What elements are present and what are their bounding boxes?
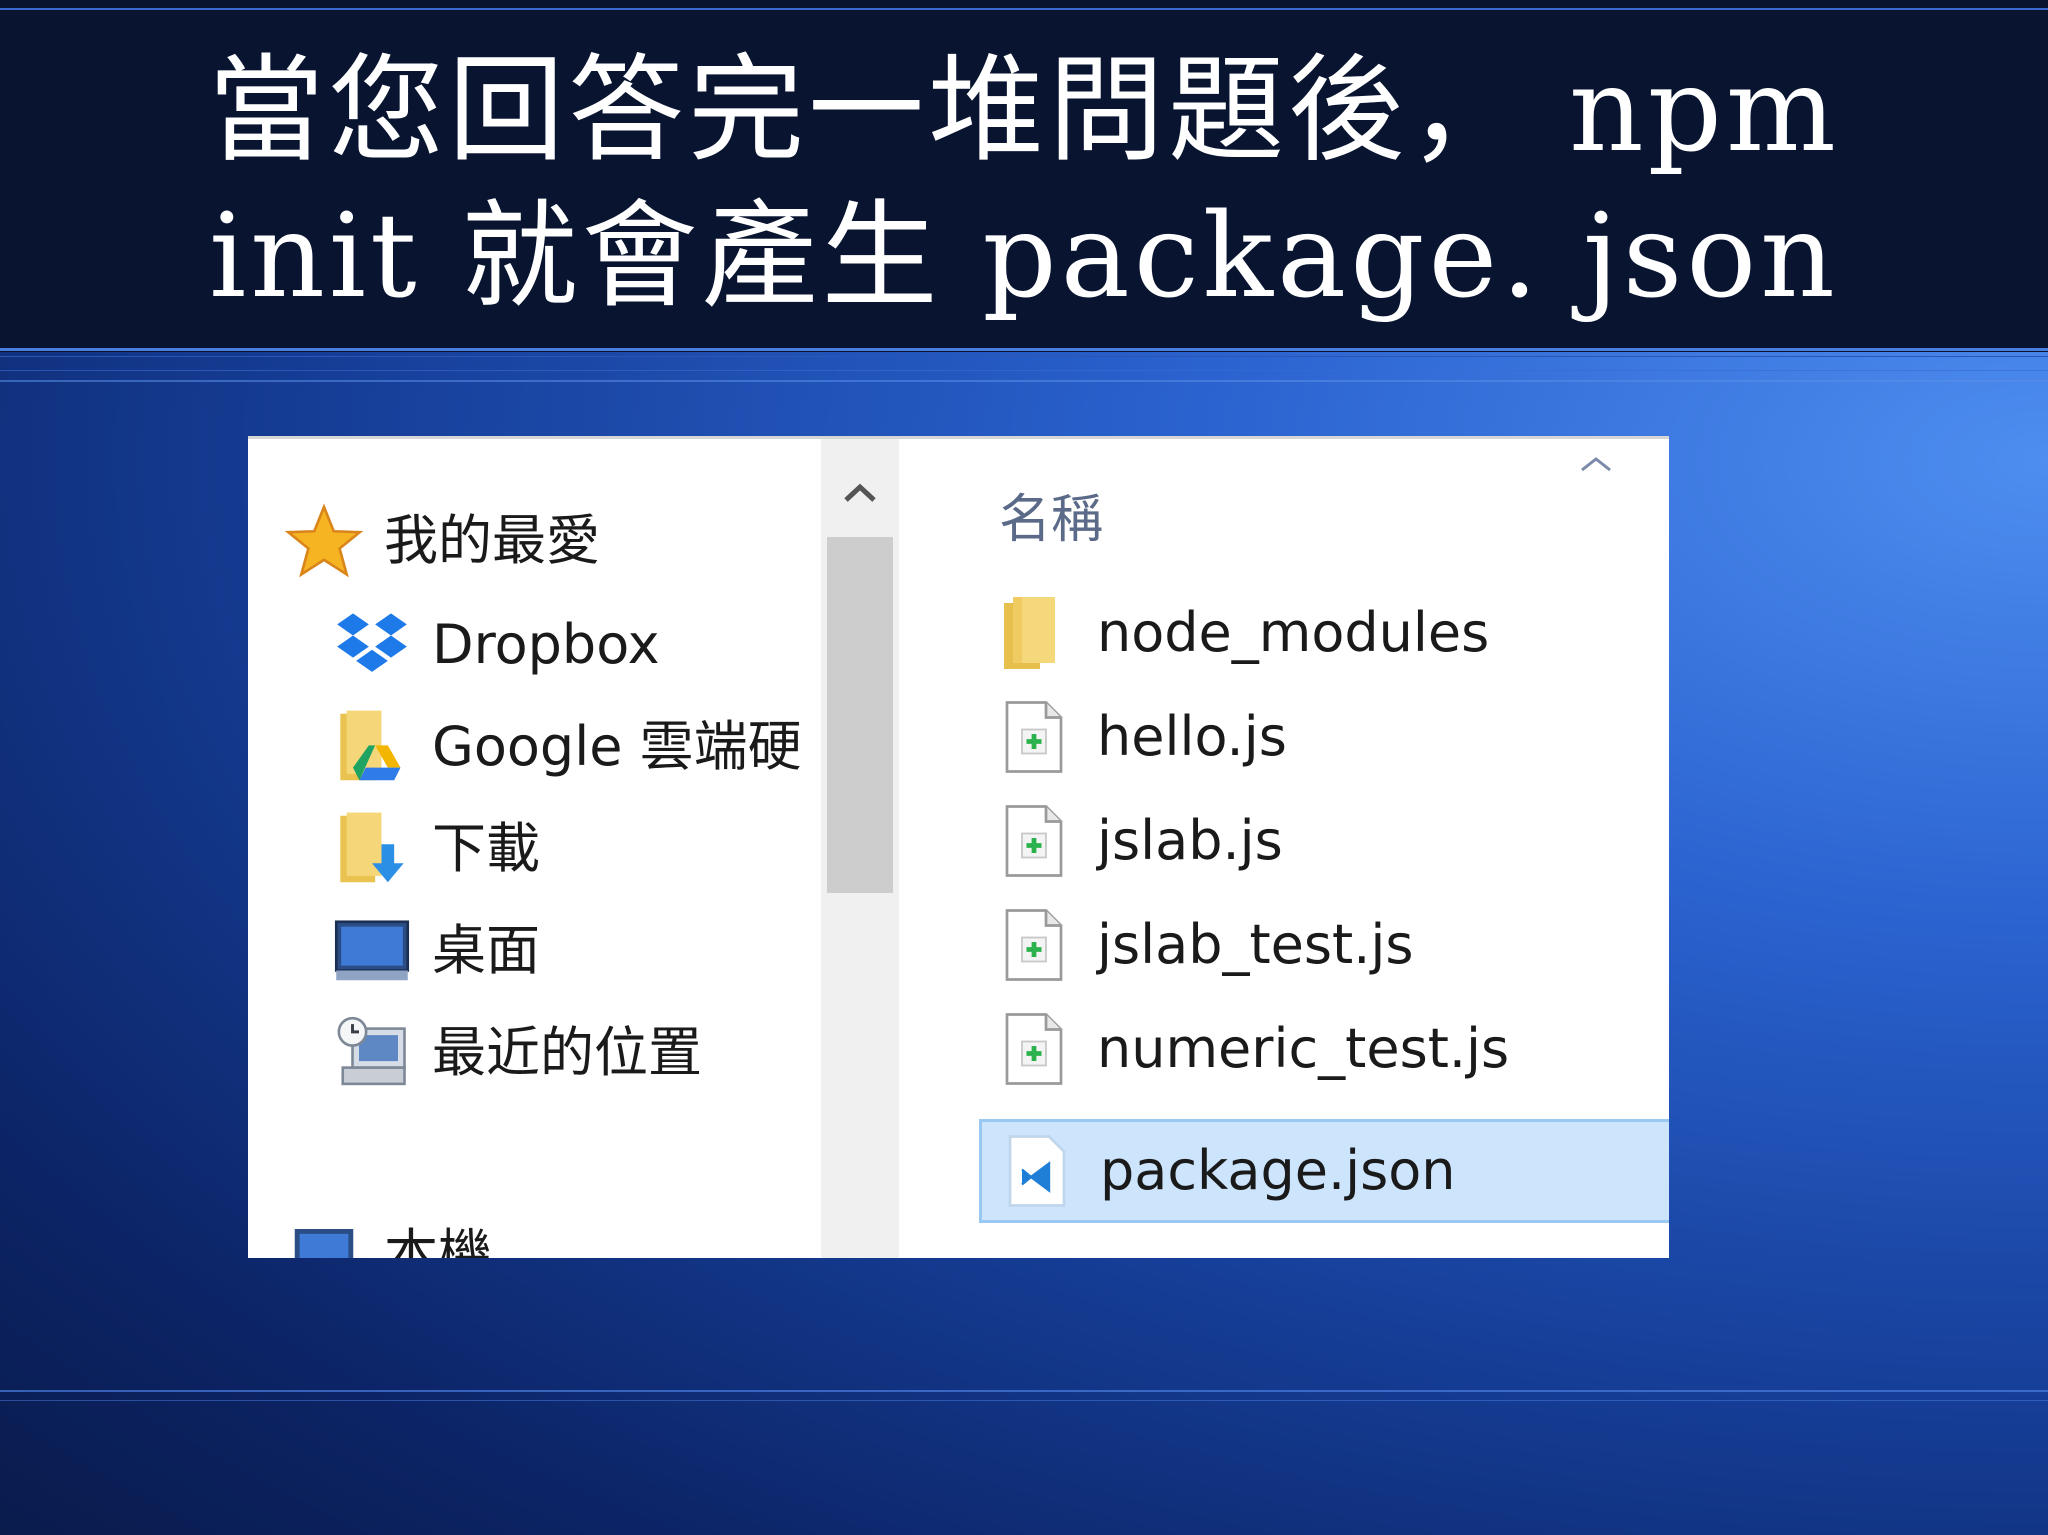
file-name: hello.js — [1097, 705, 1287, 768]
js-file-icon — [999, 1009, 1069, 1089]
file-name: jslab_test.js — [1097, 913, 1414, 976]
js-file-icon — [999, 801, 1069, 881]
file-row-node-modules[interactable]: node_modules — [979, 581, 1669, 685]
file-name: package.json — [1100, 1139, 1456, 1202]
star-icon — [284, 501, 364, 581]
nav-item-label: 最近的位置 — [432, 1021, 702, 1084]
nav-item-label: 桌面 — [432, 919, 540, 982]
google-drive-folder-icon — [332, 707, 412, 787]
divider-line — [0, 1400, 2048, 1401]
nav-item-downloads[interactable]: 下載 — [332, 809, 540, 889]
computer-icon — [284, 1215, 364, 1258]
file-name: node_modules — [1097, 601, 1490, 664]
vscode-json-file-icon — [1002, 1131, 1072, 1211]
nav-item-recent-places[interactable]: 最近的位置 — [332, 1013, 702, 1093]
nav-item-label: 本機 — [384, 1223, 492, 1259]
slide-title-line-2: init 就會產生 package. json — [209, 189, 1839, 324]
navigation-pane: 我的最愛 Dropbox Google 雲端硬 下載 桌面 最近的位置 本機 — [248, 439, 821, 1258]
file-row-hello-js[interactable]: hello.js — [979, 685, 1669, 789]
nav-item-label: Google 雲端硬 — [432, 715, 802, 778]
file-row-jslab-js[interactable]: jslab.js — [979, 789, 1669, 893]
file-row-numeric-test-js[interactable]: numeric_test.js — [979, 997, 1669, 1101]
nav-item-desktop[interactable]: 桌面 — [332, 911, 540, 991]
nav-item-dropbox[interactable]: Dropbox — [332, 605, 660, 685]
sort-ascending-icon — [1579, 445, 1613, 480]
nav-item-label: Dropbox — [432, 613, 660, 676]
nav-scrollbar[interactable] — [821, 439, 899, 1258]
js-file-icon — [999, 905, 1069, 985]
nav-item-google-drive[interactable]: Google 雲端硬 — [332, 707, 802, 787]
recent-places-icon — [332, 1013, 412, 1093]
divider-line — [0, 348, 2048, 351]
file-row-jslab-test-js[interactable]: jslab_test.js — [979, 893, 1669, 997]
explorer-screenshot: 我的最愛 Dropbox Google 雲端硬 下載 桌面 最近的位置 本機 名… — [248, 436, 1669, 1258]
dropbox-icon — [332, 605, 412, 685]
divider-line — [0, 370, 2048, 371]
js-file-icon — [999, 697, 1069, 777]
slide-title: 當您回答完一堆問題後， npm init 就會產生 package. json — [0, 38, 2048, 330]
downloads-folder-icon — [332, 809, 412, 889]
file-name: jslab.js — [1097, 809, 1283, 872]
divider-line — [0, 380, 2048, 382]
scroll-thumb[interactable] — [827, 537, 893, 893]
folder-icon — [999, 593, 1069, 673]
divider-line — [0, 8, 2048, 10]
desktop-icon — [332, 911, 412, 991]
scroll-up-icon[interactable] — [821, 463, 899, 523]
file-row-package-json[interactable]: package.json — [979, 1119, 1669, 1223]
nav-item-label: 下載 — [432, 817, 540, 880]
nav-favorites[interactable]: 我的最愛 — [284, 501, 600, 581]
file-name: numeric_test.js — [1097, 1017, 1510, 1080]
slide-title-line-1: 當您回答完一堆問題後， npm — [208, 43, 1840, 178]
nav-item-this-pc[interactable]: 本機 — [284, 1215, 492, 1258]
divider-line — [0, 356, 2048, 357]
divider-line — [0, 1390, 2048, 1392]
column-header-name[interactable]: 名稱 — [999, 477, 1103, 552]
nav-favorites-label: 我的最愛 — [384, 509, 600, 572]
file-list-pane: 名稱 node_modules hello.js jslab.js jslab_… — [899, 439, 1669, 1258]
